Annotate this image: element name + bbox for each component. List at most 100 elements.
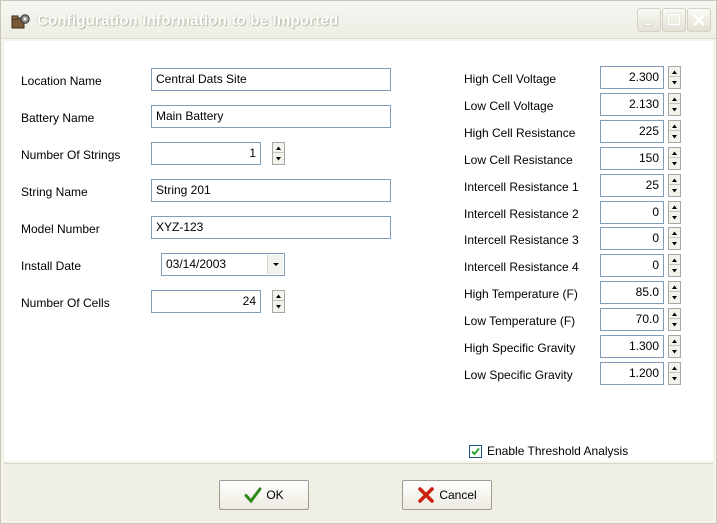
spin-up-button[interactable] [669, 228, 680, 238]
spin-down-button[interactable] [669, 320, 680, 330]
arrow-down-icon [672, 135, 677, 139]
spin-down-button[interactable] [669, 186, 680, 196]
arrow-down-icon [672, 81, 677, 85]
install-date-value: 03/14/2003 [166, 257, 227, 271]
chevron-down-icon [273, 263, 279, 266]
spin-up-button[interactable] [273, 143, 284, 153]
install-date-dropdown-button[interactable] [267, 255, 283, 274]
battery-name-input[interactable]: Main Battery [151, 105, 391, 128]
spin-up-button[interactable] [669, 282, 680, 292]
threshold-value-input[interactable]: 2.130 [600, 93, 664, 116]
minimize-button[interactable] [637, 8, 661, 32]
threshold-spinner[interactable] [668, 93, 681, 116]
title-bar[interactable]: Configuration Information to be Imported [1, 1, 716, 39]
arrow-up-icon [672, 258, 677, 262]
maximize-icon [666, 12, 682, 27]
enable-threshold-checkbox[interactable] [469, 445, 482, 458]
threshold-spinner[interactable] [668, 227, 681, 250]
threshold-value-input[interactable]: 1.300 [600, 335, 664, 358]
spin-up-button[interactable] [669, 67, 680, 77]
string-name-label: String Name [21, 185, 88, 199]
arrow-up-icon [672, 366, 677, 370]
spin-down-button[interactable] [669, 293, 680, 303]
spin-down-button[interactable] [669, 105, 680, 115]
spin-down-button[interactable] [669, 132, 680, 142]
number-of-cells-spinner[interactable] [272, 290, 285, 313]
spin-down-button[interactable] [669, 159, 680, 169]
spin-up-button[interactable] [669, 175, 680, 185]
button-bar: OK Cancel [4, 463, 713, 521]
arrow-up-icon [276, 146, 281, 150]
model-number-input[interactable]: XYZ-123 [151, 216, 391, 239]
number-of-cells-label: Number Of Cells [21, 296, 110, 310]
threshold-value-input[interactable]: 0 [600, 201, 664, 224]
spin-down-button[interactable] [669, 213, 680, 223]
number-of-strings-input[interactable]: 1 [151, 142, 261, 165]
threshold-spinner[interactable] [668, 281, 681, 304]
threshold-spinner[interactable] [668, 362, 681, 385]
install-date-combo[interactable]: 03/14/2003 [161, 253, 285, 276]
threshold-spinner[interactable] [668, 308, 681, 331]
spin-down-button[interactable] [273, 302, 284, 312]
threshold-value-input[interactable]: 1.200 [600, 362, 664, 385]
spin-up-button[interactable] [669, 202, 680, 212]
ok-button[interactable]: OK [219, 480, 309, 510]
threshold-label: Low Cell Resistance [464, 153, 573, 167]
threshold-value-input[interactable]: 0 [600, 227, 664, 250]
arrow-down-icon [672, 189, 677, 193]
arrow-down-icon [276, 157, 281, 161]
threshold-label: High Specific Gravity [464, 341, 576, 355]
cancel-button[interactable]: Cancel [402, 480, 492, 510]
threshold-spinner[interactable] [668, 254, 681, 277]
ok-label: OK [266, 488, 284, 502]
spin-down-button[interactable] [669, 266, 680, 276]
location-name-label: Location Name [21, 74, 102, 88]
threshold-spinner[interactable] [668, 335, 681, 358]
spin-down-button[interactable] [669, 374, 680, 384]
threshold-spinner[interactable] [668, 147, 681, 170]
threshold-value-input[interactable]: 85.0 [600, 281, 664, 304]
arrow-down-icon [672, 108, 677, 112]
spin-up-button[interactable] [669, 309, 680, 319]
arrow-up-icon [276, 294, 281, 298]
spin-up-button[interactable] [669, 336, 680, 346]
spin-up-button[interactable] [669, 363, 680, 373]
spin-up-button[interactable] [669, 148, 680, 158]
threshold-value-input[interactable]: 70.0 [600, 308, 664, 331]
arrow-up-icon [672, 97, 677, 101]
spin-down-button[interactable] [273, 154, 284, 164]
arrow-down-icon [672, 296, 677, 300]
spin-down-button[interactable] [669, 78, 680, 88]
arrow-down-icon [672, 377, 677, 381]
threshold-value-input[interactable]: 225 [600, 120, 664, 143]
maximize-button[interactable] [662, 8, 686, 32]
spin-down-button[interactable] [669, 239, 680, 249]
threshold-spinner[interactable] [668, 174, 681, 197]
location-name-input[interactable]: Central Dats Site [151, 68, 391, 91]
threshold-spinner[interactable] [668, 66, 681, 89]
arrow-up-icon [672, 205, 677, 209]
spin-up-button[interactable] [273, 291, 284, 301]
threshold-label: Intercell Resistance 1 [464, 180, 579, 194]
string-name-input[interactable]: String 201 [151, 179, 391, 202]
model-number-label: Model Number [21, 222, 100, 236]
arrow-up-icon [672, 312, 677, 316]
spin-up-button[interactable] [669, 121, 680, 131]
number-of-strings-spinner[interactable] [272, 142, 285, 165]
spin-up-button[interactable] [669, 255, 680, 265]
spin-down-button[interactable] [669, 347, 680, 357]
threshold-value-input[interactable]: 150 [600, 147, 664, 170]
close-button[interactable] [687, 8, 711, 32]
threshold-label: Intercell Resistance 2 [464, 207, 579, 221]
window-title: Configuration Information to be Imported [37, 12, 339, 29]
threshold-spinner[interactable] [668, 201, 681, 224]
number-of-cells-input[interactable]: 24 [151, 290, 261, 313]
threshold-spinner[interactable] [668, 120, 681, 143]
battery-name-label: Battery Name [21, 111, 95, 125]
spin-up-button[interactable] [669, 94, 680, 104]
threshold-label: Low Temperature (F) [464, 314, 576, 328]
threshold-value-input[interactable]: 25 [600, 174, 664, 197]
threshold-label: Intercell Resistance 3 [464, 233, 579, 247]
threshold-value-input[interactable]: 0 [600, 254, 664, 277]
threshold-value-input[interactable]: 2.300 [600, 66, 664, 89]
